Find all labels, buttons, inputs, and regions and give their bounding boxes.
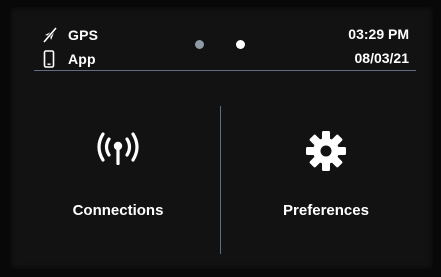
gear-icon (304, 129, 348, 178)
connections-button[interactable]: Connections (28, 107, 208, 237)
status-bar: GPS App 03:29 PM 08/03/21 (10, 7, 433, 79)
gps-off-icon (42, 26, 58, 44)
preferences-label: Preferences (283, 202, 369, 219)
app-status: App (42, 50, 96, 68)
page-indicator (195, 40, 245, 49)
screen: GPS App 03:29 PM 08/03/21 Connections Pr… (10, 7, 433, 269)
clock-time: 03:29 PM (348, 26, 409, 42)
header-divider (34, 70, 416, 71)
page-dot-2[interactable] (236, 40, 245, 49)
clock-date: 08/03/21 (354, 50, 410, 66)
connections-label: Connections (72, 202, 164, 219)
gps-status: GPS (42, 26, 98, 44)
device-bezel: GPS App 03:29 PM 08/03/21 Connections Pr… (0, 0, 441, 277)
phone-icon (42, 50, 56, 68)
page-dot-1[interactable] (195, 40, 204, 49)
gps-label: GPS (68, 27, 99, 43)
preferences-button[interactable]: Preferences (236, 107, 416, 237)
antenna-signal-icon (94, 129, 142, 174)
tile-divider (220, 106, 221, 254)
app-label: App (68, 51, 96, 67)
